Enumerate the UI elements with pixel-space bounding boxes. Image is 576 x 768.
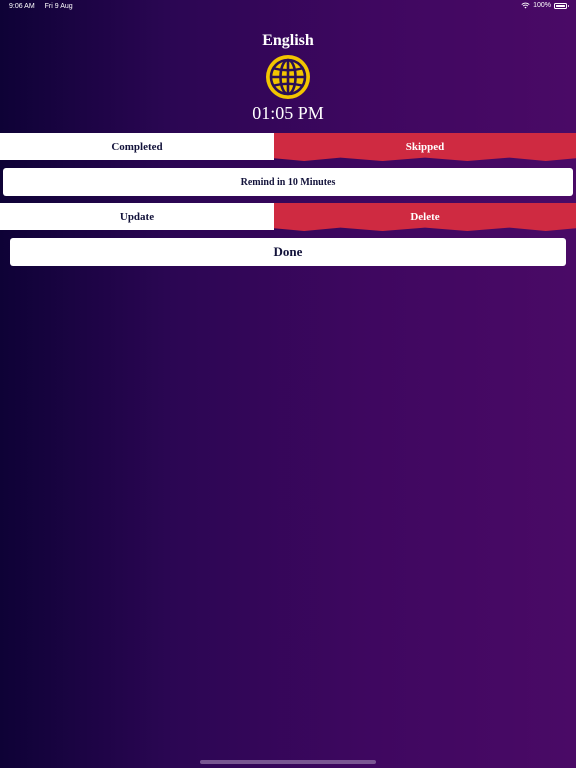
skipped-button[interactable]: Skipped [274, 133, 576, 161]
battery-percent: 100% [533, 2, 551, 9]
update-button[interactable]: Update [0, 203, 274, 230]
completed-button[interactable]: Completed [0, 133, 274, 160]
reminder-time: 01:05 PM [252, 103, 324, 123]
status-right: 100% [521, 2, 569, 9]
delete-button[interactable]: Delete [274, 203, 576, 231]
status-bar: 9:06 AM Fri 9 Aug 100% [0, 0, 576, 14]
status-date: Fri 9 Aug [44, 3, 73, 10]
home-indicator[interactable] [200, 760, 376, 764]
remind-in-10-minutes-button[interactable]: Remind in 10 Minutes [3, 168, 573, 196]
globe-icon[interactable] [264, 53, 312, 101]
done-button[interactable]: Done [10, 238, 566, 266]
status-time: 9:06 AM [9, 3, 35, 10]
language-title: English [262, 32, 314, 49]
battery-icon [554, 2, 569, 9]
wifi-icon [521, 2, 530, 9]
status-left: 9:06 AM Fri 9 Aug [9, 3, 73, 10]
